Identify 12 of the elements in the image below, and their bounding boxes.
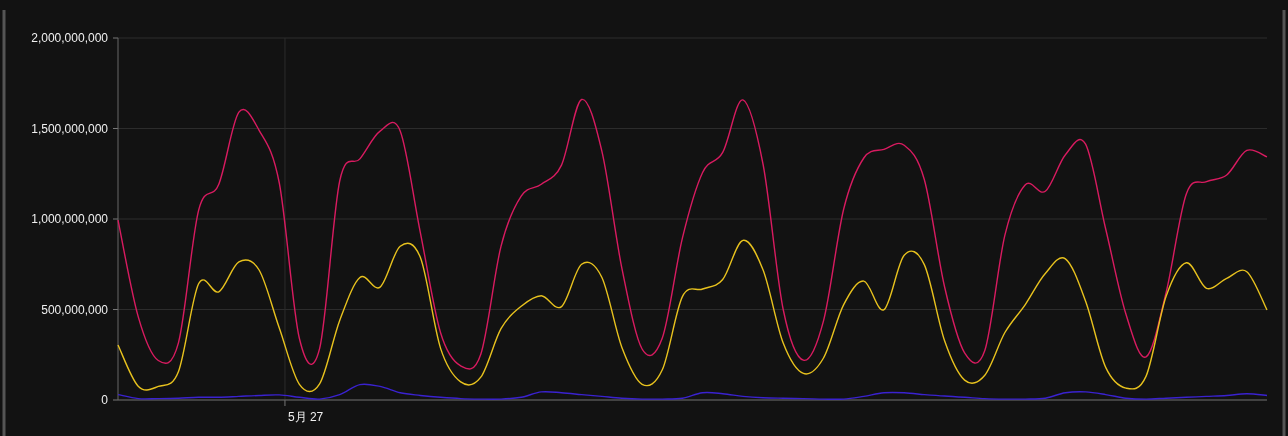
y-axis-label: 1,000,000,000 xyxy=(31,212,108,226)
x-axis-tick xyxy=(284,399,286,407)
y-axis-tick xyxy=(112,218,119,220)
y-axis-label: 0 xyxy=(101,393,108,407)
y-axis-label: 500,000,000 xyxy=(41,302,108,317)
y-axis-tick xyxy=(112,309,119,310)
y-axis-tick xyxy=(112,128,119,129)
y-axis-label: 2,000,000,000 xyxy=(31,31,108,45)
x-axis-label: 5月 27 xyxy=(287,410,324,424)
y-axis-tick xyxy=(112,37,119,39)
y-axis-tick xyxy=(112,399,119,401)
y-axis-label: 1,500,000,000 xyxy=(31,121,108,136)
